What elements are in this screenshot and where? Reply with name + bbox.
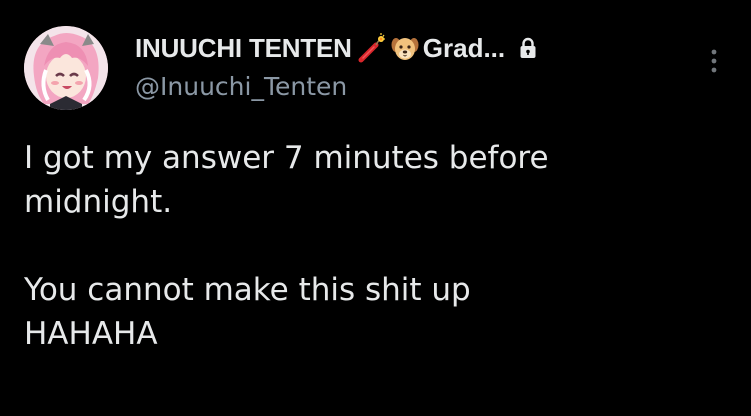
more-vertical-icon xyxy=(711,49,717,73)
author-handle[interactable]: @Inuuchi_Tenten xyxy=(135,72,347,101)
firecracker-emoji-icon xyxy=(356,33,386,63)
display-name-suffix[interactable]: Grad... xyxy=(423,33,505,64)
tweet-line: HAHAHA xyxy=(24,316,158,352)
paragraph-break xyxy=(24,224,724,268)
more-options-button[interactable] xyxy=(703,44,725,78)
lock-icon xyxy=(519,37,537,59)
tweet-line: midnight. xyxy=(24,184,173,220)
author-name-row[interactable]: INUUCHI TENTEN Grad... xyxy=(135,30,537,66)
tweet-text: I got my answer 7 minutes before midnigh… xyxy=(24,136,724,356)
tweet-line: You cannot make this shit up xyxy=(24,272,471,308)
avatar[interactable] xyxy=(24,26,108,110)
tweet-card: INUUCHI TENTEN Grad... @Inuuchi_Tenten I… xyxy=(0,0,751,416)
display-name[interactable]: INUUCHI TENTEN xyxy=(135,33,352,64)
dog-face-emoji-icon xyxy=(390,33,420,63)
tweet-line: I got my answer 7 minutes before xyxy=(24,140,549,176)
